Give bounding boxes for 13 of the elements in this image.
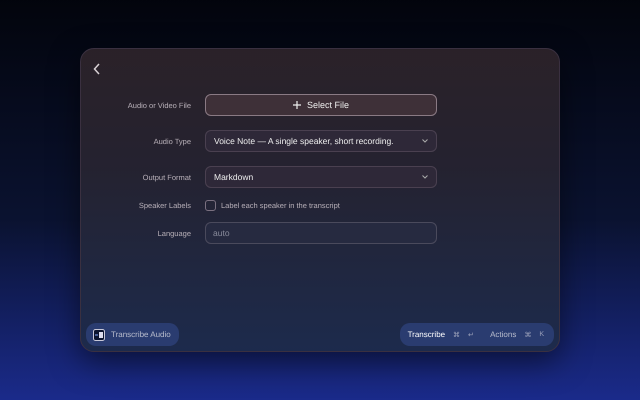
app-icon <box>93 328 105 340</box>
input-field[interactable]: auto <box>205 222 437 244</box>
action-button[interactable]: Transcribe <box>408 330 446 339</box>
plus-icon <box>292 101 301 109</box>
chevron-left-icon <box>93 63 101 75</box>
app-name-pill: Transcribe Audio <box>86 323 179 346</box>
dropdown[interactable]: Markdown <box>205 166 437 188</box>
checkbox[interactable] <box>205 200 216 210</box>
action-button[interactable]: Actions <box>490 330 516 339</box>
chevron-down-icon <box>422 175 428 179</box>
dropdown[interactable]: Voice Note — A single speaker, short recording. <box>205 130 437 152</box>
chevron-down-icon <box>422 139 428 143</box>
select-file-button[interactable]: Select File <box>205 94 437 116</box>
